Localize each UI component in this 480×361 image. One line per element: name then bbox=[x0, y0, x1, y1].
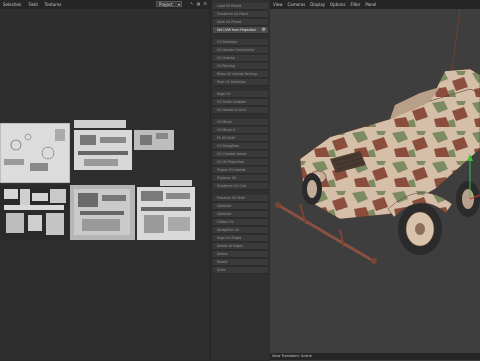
menu-selection[interactable]: Selection bbox=[3, 2, 21, 7]
tool-item[interactable]: UV Unwrap bbox=[213, 55, 268, 62]
uv-island-block-lower bbox=[0, 185, 135, 240]
tool-item-active[interactable]: Set UVW from Projection ⚙ bbox=[213, 27, 268, 34]
viewport-menubar: View Cameras Display Options Filter Pane… bbox=[270, 0, 480, 9]
front-wheel-right bbox=[398, 203, 442, 255]
3d-viewport[interactable]: View Cameras Display Options Filter Pane… bbox=[270, 0, 480, 361]
menu-cameras[interactable]: Cameras bbox=[288, 2, 306, 7]
mode-dropdown[interactable]: Project ▾ bbox=[156, 1, 182, 7]
tool-item[interactable]: Transform UV Grid bbox=[213, 183, 268, 190]
rear-wheel bbox=[456, 181, 480, 217]
viewport-statusbar: View Transform: Scene bbox=[270, 353, 480, 360]
tool-item[interactable]: UV Shells Grabber bbox=[213, 99, 268, 106]
grid-icon[interactable]: ▦ bbox=[197, 1, 201, 6]
front-wheel-left bbox=[302, 173, 322, 205]
uv-header-icons: ↖ ▦ ⚙ bbox=[190, 1, 207, 6]
menu-field[interactable]: Field bbox=[28, 2, 37, 7]
menu-panel[interactable]: Panel bbox=[365, 2, 376, 7]
tool-item[interactable]: Scale bbox=[213, 267, 268, 274]
tool-item[interactable]: Pack UV Selection bbox=[213, 79, 268, 86]
menu-filter[interactable]: Filter bbox=[350, 2, 360, 7]
view-transform-label: View Transform: Scene bbox=[272, 354, 312, 358]
tool-item[interactable]: UV Packing bbox=[213, 63, 268, 70]
tool-item[interactable]: Flatten UV bbox=[213, 219, 268, 226]
tool-item[interactable]: UV Islands Connectivity bbox=[213, 47, 268, 54]
tool-item[interactable]: Save UV Preset bbox=[213, 19, 268, 26]
tool-item[interactable]: Relax UV Islands Packing bbox=[213, 71, 268, 78]
uv-island-block-bottom-right bbox=[137, 187, 195, 240]
tool-item[interactable]: Project UV Islands bbox=[213, 167, 268, 174]
tool-item[interactable]: Transform UV Patch bbox=[213, 11, 268, 18]
tool-item[interactable]: Seams to Edges bbox=[213, 243, 268, 250]
chevron-down-icon: ▾ bbox=[177, 2, 180, 7]
menu-options[interactable]: Options bbox=[330, 2, 345, 7]
uv-island-block-center bbox=[74, 130, 132, 170]
arrow-icon[interactable]: ↖ bbox=[190, 1, 193, 6]
tool-item[interactable]: Align UV Edges bbox=[213, 235, 268, 242]
uv-island-block-left bbox=[0, 122, 71, 184]
tool-item[interactable]: UV Mirror bbox=[213, 119, 268, 126]
menu-display[interactable]: Display bbox=[310, 2, 325, 7]
tool-item[interactable]: Seams bbox=[213, 251, 268, 258]
mode-dropdown-value: Project bbox=[159, 2, 173, 7]
uv-layout-canvas[interactable] bbox=[0, 115, 210, 245]
tool-item[interactable]: Align UV bbox=[213, 91, 268, 98]
tool-item[interactable]: UV UV Projection bbox=[213, 159, 268, 166]
tool-item[interactable]: Triplanar UV bbox=[213, 175, 268, 182]
tool-item[interactable]: UV Selection bbox=[213, 39, 268, 46]
tool-item[interactable]: Preserve UV Shell bbox=[213, 195, 268, 202]
settings-icon[interactable]: ⚙ bbox=[203, 1, 207, 6]
tool-item[interactable]: Straighten UV bbox=[213, 227, 268, 234]
tool-item[interactable]: Load UV Preset bbox=[213, 3, 268, 10]
tool-item[interactable]: Optimize bbox=[213, 211, 268, 218]
menu-view[interactable]: View bbox=[273, 2, 283, 7]
tool-item[interactable]: Rotate bbox=[213, 259, 268, 266]
tool-item[interactable]: Fit UV Shell bbox=[213, 135, 268, 142]
viewport-scene[interactable] bbox=[270, 9, 480, 361]
tool-item[interactable]: UV Islands to Grid bbox=[213, 107, 268, 114]
tool-item[interactable]: UV Checker Island bbox=[213, 151, 268, 158]
uv-editor-panel: Selection Field Textures Project ▾ ↖ ▦ ⚙ bbox=[0, 0, 210, 360]
tool-item[interactable]: UV Straighten bbox=[213, 143, 268, 150]
gear-icon[interactable]: ⚙ bbox=[262, 27, 266, 33]
menu-textures[interactable]: Textures bbox=[45, 2, 62, 7]
uv-tools-panel: Load UV Preset Transform UV Patch Save U… bbox=[210, 0, 271, 360]
tool-item[interactable]: Optimize bbox=[213, 203, 268, 210]
tool-item[interactable]: UV Mirror X bbox=[213, 127, 268, 134]
